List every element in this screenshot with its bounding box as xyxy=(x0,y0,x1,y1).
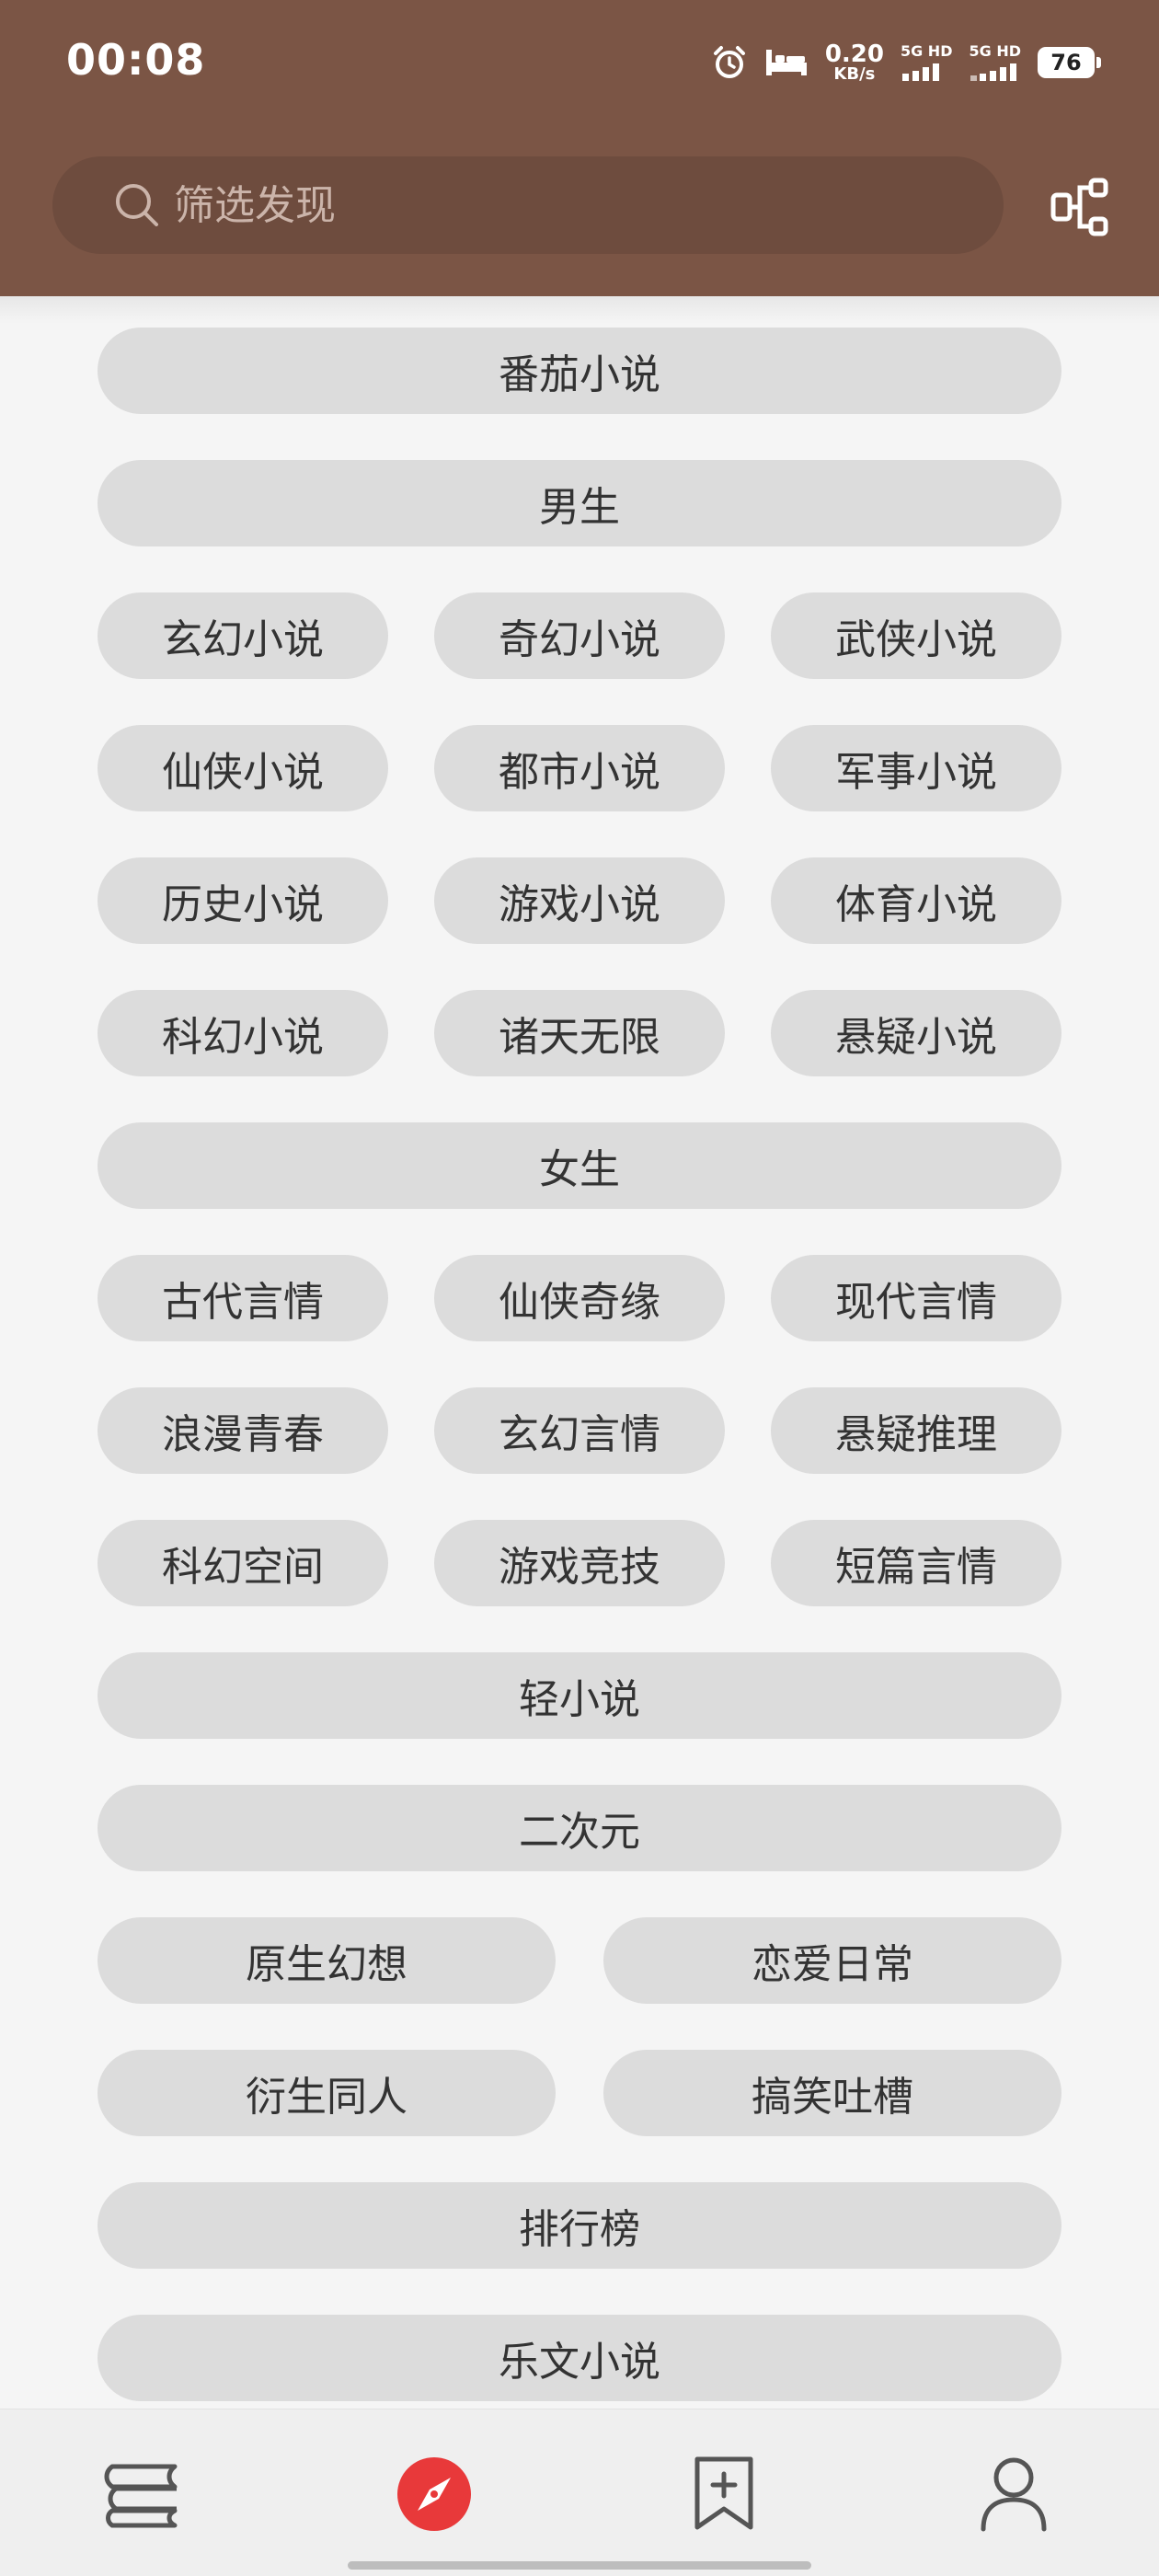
category-light-novel[interactable]: 轻小说 xyxy=(98,1652,1061,1739)
category-item[interactable]: 军事小说 xyxy=(771,725,1061,811)
search-input[interactable] xyxy=(174,181,928,229)
category-item[interactable]: 诸天无限 xyxy=(434,990,725,1076)
network-speed: 0.20 KB/s xyxy=(825,42,884,83)
status-bar: 00:08 0.20 KB/s 5G HD 5G HD 76 xyxy=(0,0,1159,129)
category-item[interactable]: 玄幻言情 xyxy=(434,1387,725,1474)
category-item[interactable]: 悬疑小说 xyxy=(771,990,1061,1076)
category-item[interactable]: 武侠小说 xyxy=(771,592,1061,679)
category-item[interactable]: 短篇言情 xyxy=(771,1520,1061,1606)
sim1-signal: 5G HD xyxy=(900,42,953,81)
category-item[interactable]: 科幻空间 xyxy=(98,1520,388,1606)
category-item[interactable]: 浪漫青春 xyxy=(98,1387,388,1474)
category-item[interactable]: 现代言情 xyxy=(771,1255,1061,1341)
nav-bookmark[interactable] xyxy=(678,2448,770,2540)
alarm-icon xyxy=(711,44,748,81)
sleep-mode-icon xyxy=(764,46,809,79)
group-tree-button[interactable] xyxy=(1049,175,1113,239)
category-item[interactable]: 恋爱日常 xyxy=(603,1917,1061,2004)
sim1-label: 5G HD xyxy=(900,42,953,60)
category-ranking[interactable]: 排行榜 xyxy=(98,2182,1061,2269)
signal-bars-icon xyxy=(901,63,939,81)
nav-discover[interactable] xyxy=(388,2448,480,2540)
nav-bookshelf[interactable] xyxy=(98,2448,190,2540)
category-item[interactable]: 原生幻想 xyxy=(98,1917,556,2004)
sim2-signal: 5G HD xyxy=(969,44,1021,81)
status-time: 00:08 xyxy=(66,35,206,85)
category-item[interactable]: 游戏小说 xyxy=(434,857,725,944)
search-bar[interactable] xyxy=(52,156,1004,254)
category-item[interactable]: 游戏竞技 xyxy=(434,1520,725,1606)
category-female[interactable]: 女生 xyxy=(98,1122,1061,1209)
bottom-nav xyxy=(0,2409,1159,2576)
tree-structure-icon xyxy=(1050,178,1108,236)
category-lewen[interactable]: 乐文小说 xyxy=(98,2315,1061,2401)
search-icon xyxy=(116,184,158,226)
category-item[interactable]: 仙侠小说 xyxy=(98,725,388,811)
category-item[interactable]: 搞笑吐槽 xyxy=(603,2050,1061,2136)
bookshelf-icon xyxy=(104,2464,178,2528)
category-item[interactable]: 都市小说 xyxy=(434,725,725,811)
battery-icon: 76 xyxy=(1038,47,1101,78)
category-item[interactable]: 体育小说 xyxy=(771,857,1061,944)
header: 00:08 0.20 KB/s 5G HD 5G HD 76 筛选发现 xyxy=(0,0,1159,296)
bookmark-add-icon xyxy=(694,2456,753,2530)
category-acg[interactable]: 二次元 xyxy=(98,1785,1061,1871)
category-male[interactable]: 男生 xyxy=(98,460,1061,546)
header-shadow xyxy=(0,296,1159,324)
sim2-label: 5G HD xyxy=(969,42,1021,60)
status-icons: 0.20 KB/s 5G HD 5G HD 76 xyxy=(711,35,1101,90)
category-item[interactable]: 玄幻小说 xyxy=(98,592,388,679)
category-item[interactable]: 历史小说 xyxy=(98,857,388,944)
signal-bars-icon xyxy=(970,63,1017,81)
category-item[interactable]: 衍生同人 xyxy=(98,2050,556,2136)
discover-compass-icon xyxy=(397,2457,471,2531)
network-speed-value: 0.20 xyxy=(824,40,884,68)
category-item[interactable]: 科幻小说 xyxy=(98,990,388,1076)
app-screen: 00:08 0.20 KB/s 5G HD 5G HD 76 筛选发现 番茄小说… xyxy=(0,0,1159,2576)
category-item[interactable]: 悬疑推理 xyxy=(771,1387,1061,1474)
category-item[interactable]: 仙侠奇缘 xyxy=(434,1255,725,1341)
profile-icon xyxy=(981,2457,1047,2532)
network-speed-unit: KB/s xyxy=(833,64,876,84)
category-item[interactable]: 奇幻小说 xyxy=(434,592,725,679)
home-indicator[interactable] xyxy=(348,2561,811,2570)
nav-profile[interactable] xyxy=(968,2448,1060,2540)
category-list: 番茄小说 男生 玄幻小说 奇幻小说 武侠小说 仙侠小说 都市小说 军事小说 历史… xyxy=(0,296,1159,2409)
category-fanqie[interactable]: 番茄小说 xyxy=(98,328,1061,414)
category-item[interactable]: 古代言情 xyxy=(98,1255,388,1341)
